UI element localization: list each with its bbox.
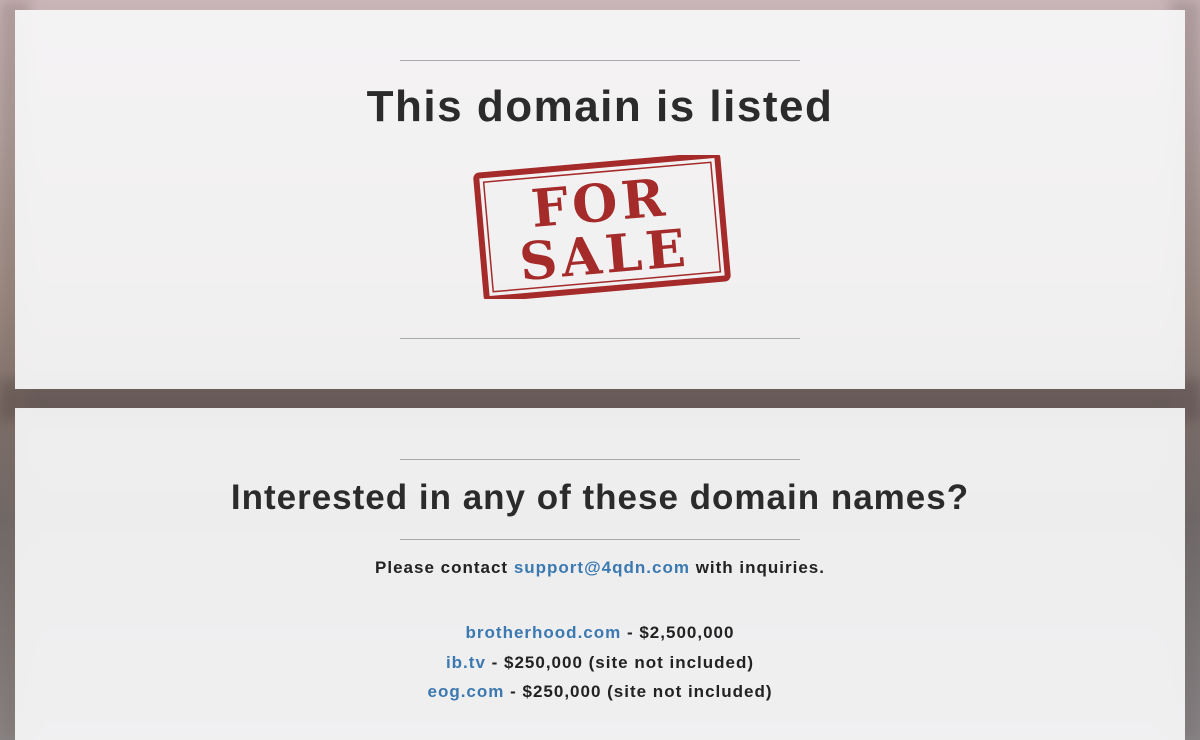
stamp-graphic: FOR SALE <box>473 151 731 303</box>
domain-link-brotherhood[interactable]: brotherhood.com <box>466 623 622 642</box>
domain-link-ib[interactable]: ib.tv <box>446 653 486 672</box>
contact-prefix: Please contact <box>375 558 509 577</box>
domain-list: brotherhood.com - $2,500,000 ib.tv - $25… <box>15 618 1185 707</box>
domain-price: - $250,000 (site not included) <box>485 652 755 672</box>
domain-link-eog[interactable]: eog.com <box>427 682 504 701</box>
domain-list-panel: Interested in any of these domain names?… <box>15 408 1185 740</box>
list-item: eog.com - $250,000 (site not included) <box>15 677 1185 707</box>
for-sale-stamp: FOR SALE <box>473 151 731 303</box>
domain-price: - $250,000 (site not included) <box>504 682 773 701</box>
contact-line: Please contact support@4qdn.com with inq… <box>15 558 1185 578</box>
heading-top-divider <box>400 459 800 460</box>
bottom-divider <box>400 338 800 339</box>
contact-suffix: with inquiries. <box>695 558 825 577</box>
page-title: This domain is listed <box>366 82 834 131</box>
list-item: brotherhood.com - $2,500,000 <box>15 618 1185 648</box>
listing-heading: Interested in any of these domain names? <box>230 478 970 517</box>
list-item: ib.tv - $250,000 (site not included) <box>15 648 1185 678</box>
for-sale-panel: This domain is listed FOR SALE <box>15 10 1185 389</box>
top-divider <box>400 60 800 61</box>
domain-price: - $2,500,000 <box>621 623 735 642</box>
heading-bottom-divider <box>400 539 800 540</box>
support-email-link[interactable]: support@4qdn.com <box>514 558 690 577</box>
